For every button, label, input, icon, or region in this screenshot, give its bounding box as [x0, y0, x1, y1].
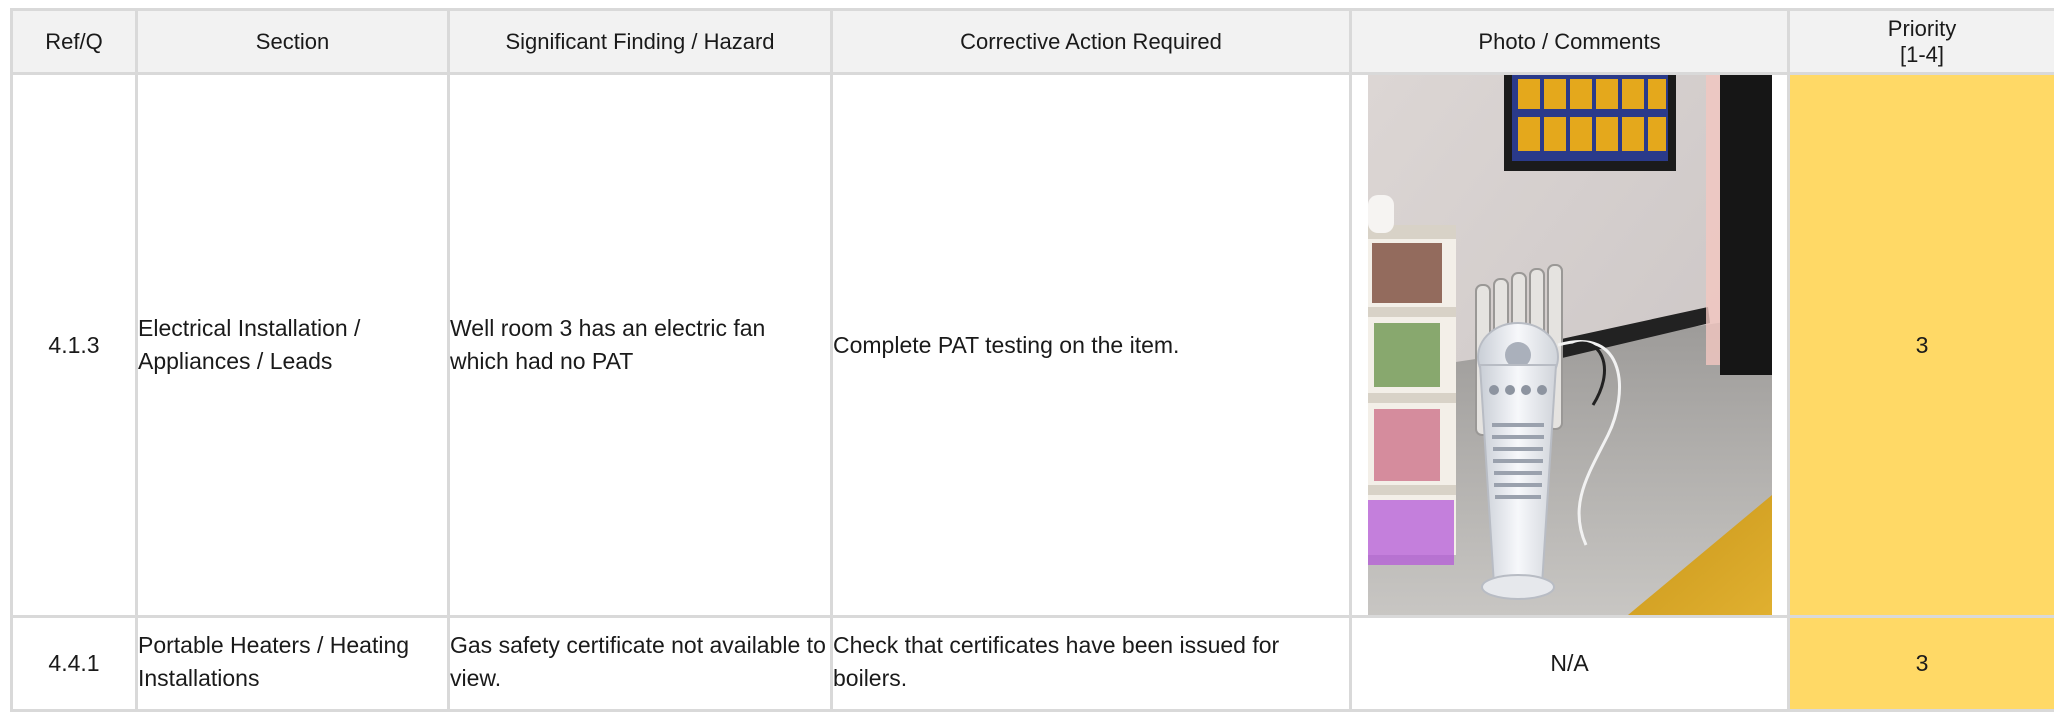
- fan-photo: [1368, 75, 1772, 615]
- cell-priority: 3: [1789, 74, 2054, 617]
- cell-priority: 3: [1789, 617, 2054, 711]
- header-section: Section: [137, 10, 449, 74]
- cell-section: Electrical Installation / Appliances / L…: [137, 74, 449, 617]
- cell-ref: 4.4.1: [12, 617, 137, 711]
- header-photo: Photo / Comments: [1351, 10, 1789, 74]
- header-priority-range: [1-4]: [1900, 42, 1944, 67]
- header-ref: Ref/Q: [12, 10, 137, 74]
- cell-ref: 4.1.3: [12, 74, 137, 617]
- cell-photo: [1351, 74, 1789, 617]
- header-row: Ref/Q Section Significant Finding / Haza…: [12, 10, 2054, 74]
- table-row: 4.4.1 Portable Heaters / Heating Install…: [12, 617, 2054, 711]
- cell-finding: Gas safety certificate not available to …: [449, 617, 832, 711]
- cell-finding: Well room 3 has an electric fan which ha…: [449, 74, 832, 617]
- cell-action: Complete PAT testing on the item.: [832, 74, 1351, 617]
- cell-action: Check that certificates have been issued…: [832, 617, 1351, 711]
- header-priority: Priority [1-4]: [1789, 10, 2054, 74]
- table-row: 4.1.3 Electrical Installation / Applianc…: [12, 74, 2054, 617]
- findings-table: Ref/Q Section Significant Finding / Haza…: [10, 8, 2054, 712]
- cell-section: Portable Heaters / Heating Installations: [137, 617, 449, 711]
- header-action: Corrective Action Required: [832, 10, 1351, 74]
- header-finding: Significant Finding / Hazard: [449, 10, 832, 74]
- cell-photo-comment: N/A: [1351, 617, 1789, 711]
- header-priority-label: Priority: [1888, 16, 1956, 41]
